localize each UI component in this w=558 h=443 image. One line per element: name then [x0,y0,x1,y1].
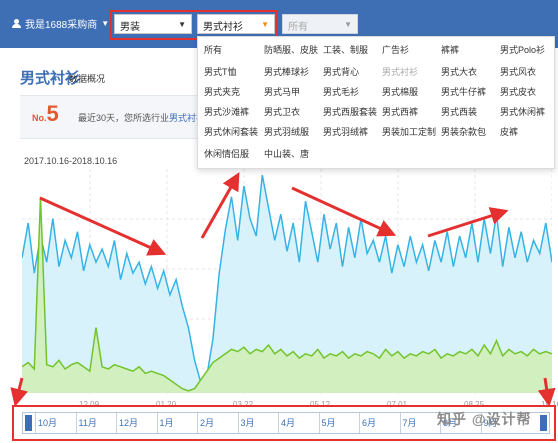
dropdown-item[interactable]: 男式休闲套装 [204,125,258,138]
arrow-down-trend [39,196,167,256]
arrow-left-timeline [10,377,28,407]
dropdown-item[interactable]: 男式夹克 [204,85,240,98]
dropdown-item[interactable]: 广告衫 [382,43,409,56]
dropdown-item[interactable]: 男式Polo衫 [500,43,545,56]
dropdown-item[interactable]: 裤裤 [441,43,459,56]
dropdown-item[interactable]: 男式羽绒裤 [323,125,368,138]
dropdown-item[interactable]: 所有 [204,43,222,56]
dropdown-item[interactable]: 男式沙滩裤 [204,105,249,118]
dropdown-item[interactable]: 男式休闲裤 [500,105,545,118]
subcategory-dropdown: 所有 防晒服、皮肤 工装、制服 广告衫 裤裤 男式Polo衫 男式T恤 男式棒球衫 男式背心 男式… [197,36,555,169]
dropdown-item[interactable]: 男式大衣 [441,65,477,78]
dropdown-item[interactable]: 男式背心 [323,65,359,78]
dropdown-item[interactable]: 中山装、唐 [264,147,309,160]
arrow-up-trend [427,207,509,238]
dropdown-item[interactable]: 男式棒球衫 [264,65,309,78]
dropdown-item[interactable]: 男式风衣 [500,65,536,78]
dropdown-item[interactable]: 休闲情侣服 [204,147,249,160]
dropdown-item[interactable]: 工装、制服 [323,43,368,56]
dropdown-item[interactable]: 男式毛衫 [323,85,359,98]
arrow-right-timeline [537,377,556,407]
dropdown-item[interactable]: 男式卫衣 [264,105,300,118]
dropdown-item[interactable]: 男式牛仔裤 [441,85,486,98]
dropdown-item[interactable]: 男式皮衣 [500,85,536,98]
dropdown-item[interactable]: 男式马甲 [264,85,300,98]
dropdown-item[interactable]: 男式西裤 [382,105,418,118]
dropdown-item[interactable]: 男式西装 [441,105,477,118]
dropdown-item[interactable]: 男式棉服 [382,85,418,98]
arrow-down-trend [291,186,397,237]
dropdown-item[interactable]: 男装加工定制 [382,125,436,138]
dropdown-item[interactable]: 防晒服、皮肤 [264,43,318,56]
arrow-up-trend [200,172,240,239]
dropdown-item[interactable]: 男式衬衫 [382,65,418,78]
dropdown-item[interactable]: 皮裤 [500,125,518,138]
dropdown-item[interactable]: 男式T恤 [204,65,237,78]
dropdown-item[interactable]: 男式羽绒服 [264,125,309,138]
dropdown-item[interactable]: 男式西服套装 [323,105,377,118]
dropdown-item[interactable]: 男装杂款包 [441,125,486,138]
